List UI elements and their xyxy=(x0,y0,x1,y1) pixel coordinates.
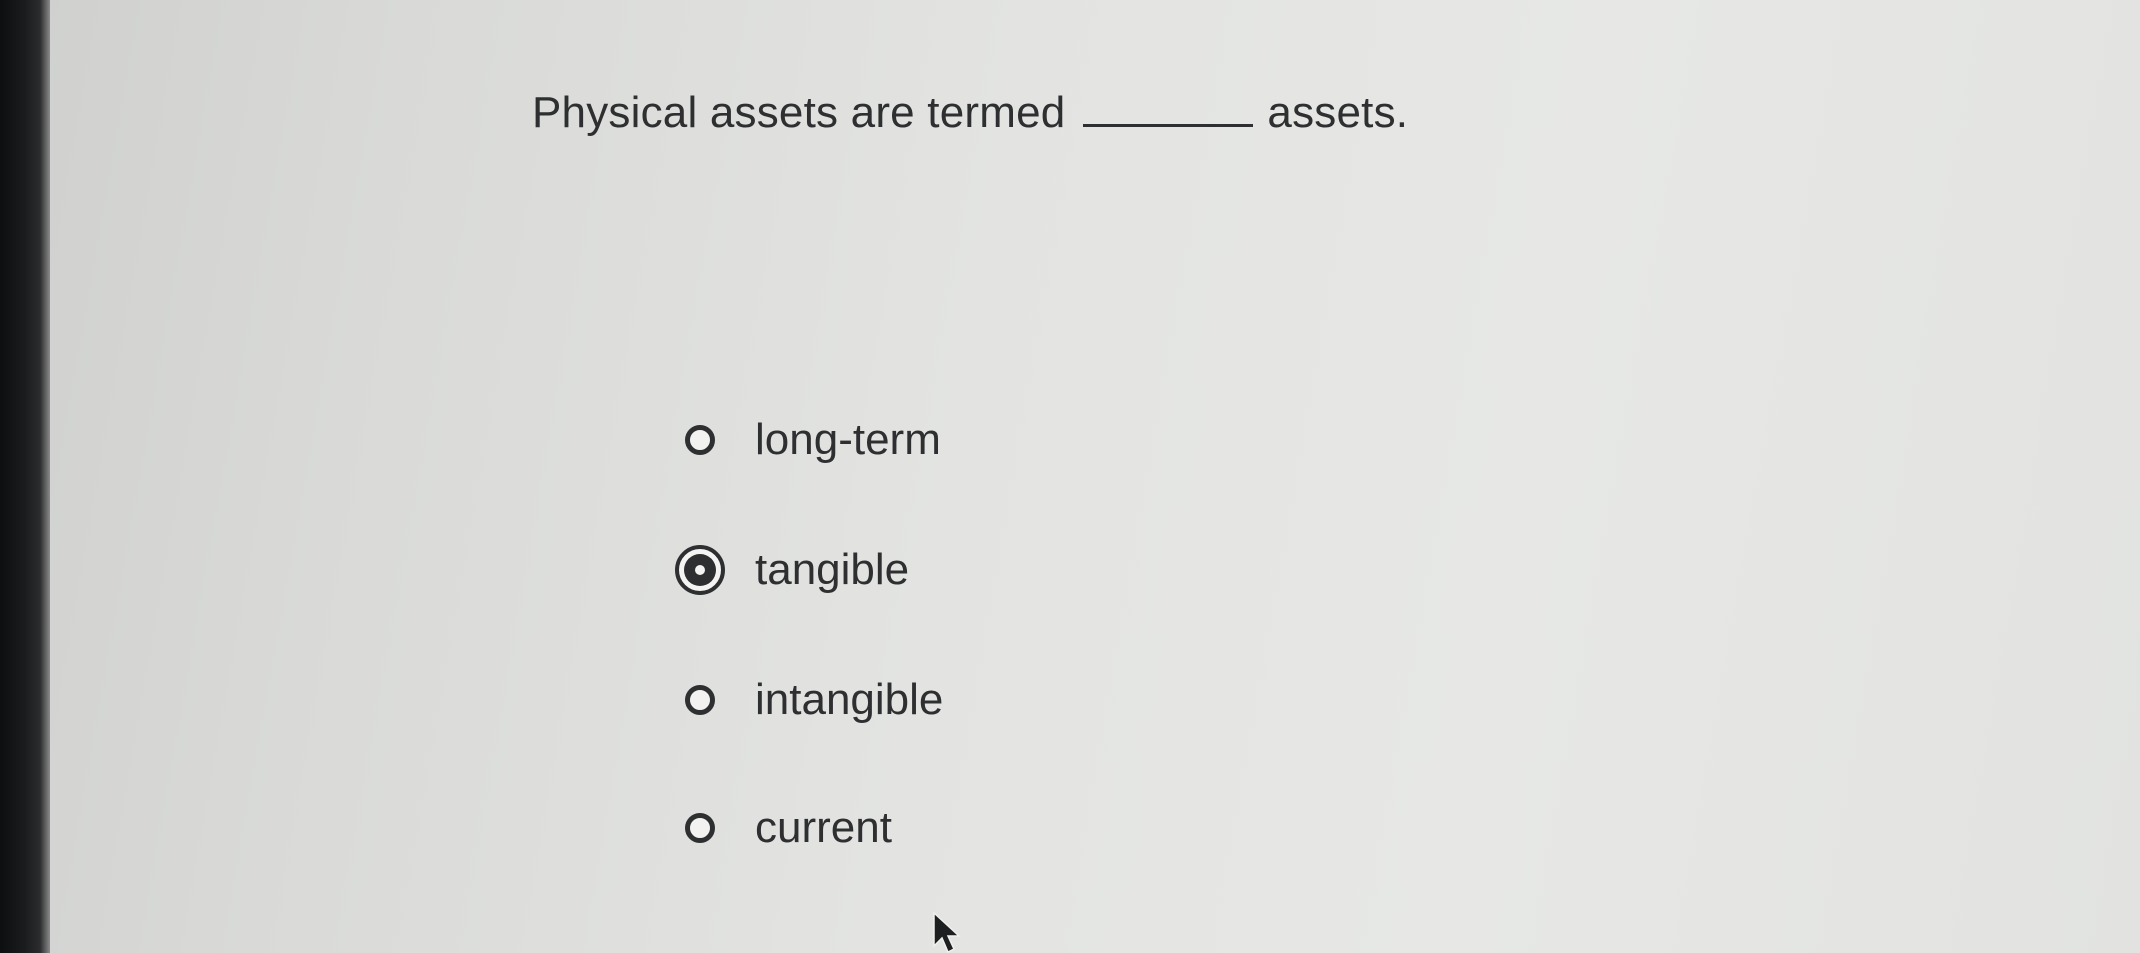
option-current[interactable]: current xyxy=(685,798,892,858)
option-label: intangible xyxy=(755,675,944,724)
radio-dot xyxy=(695,565,705,575)
radio-button-unselected[interactable] xyxy=(685,425,715,455)
option-tangible[interactable]: tangible xyxy=(675,540,910,600)
question-text: Physical assets are termed assets. xyxy=(532,88,1408,138)
answer-blank xyxy=(1083,94,1254,127)
question-prefix: Physical assets are termed xyxy=(532,88,1066,137)
option-intangible[interactable]: intangible xyxy=(685,670,943,730)
option-label: long-term xyxy=(755,415,941,464)
monitor-bezel xyxy=(0,0,50,953)
radio-button-unselected[interactable] xyxy=(685,685,715,715)
mouse-pointer-icon xyxy=(933,912,961,953)
quiz-screen: Physical assets are termed assets. long-t… xyxy=(50,0,2140,953)
option-label: current xyxy=(755,803,892,852)
option-label: tangible xyxy=(755,545,910,594)
radio-button-unselected[interactable] xyxy=(685,813,715,843)
radio-button-selected[interactable] xyxy=(675,545,725,595)
question-suffix: assets. xyxy=(1267,88,1409,137)
option-long-term[interactable]: long-term xyxy=(685,410,941,470)
